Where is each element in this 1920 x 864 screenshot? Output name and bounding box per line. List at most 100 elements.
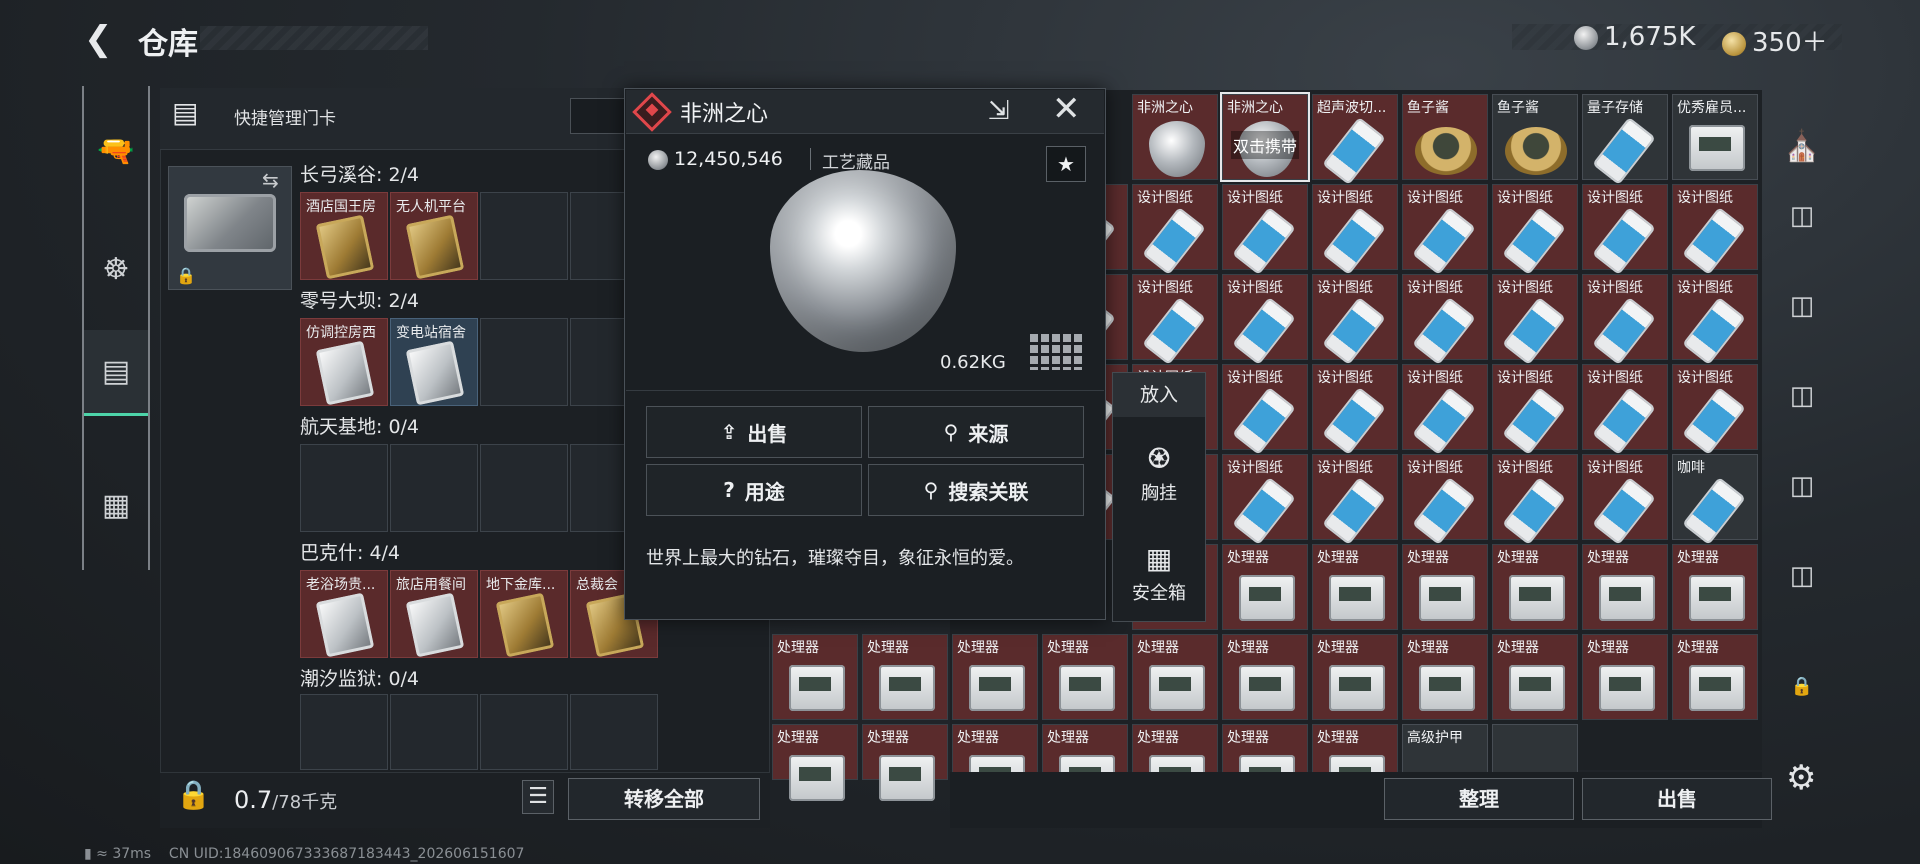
keycard-slot[interactable]: 仿调控房西 — [300, 318, 388, 406]
swap-icon[interactable]: ⇆ — [262, 168, 279, 192]
inventory-cell[interactable]: 设计图纸 — [1312, 274, 1398, 363]
inventory-cell[interactable]: 处理器 — [1492, 544, 1578, 630]
inventory-cell[interactable]: 处理器 — [1492, 634, 1578, 720]
empty-slot[interactable] — [480, 444, 568, 532]
inventory-cell[interactable]: 处理器 — [772, 724, 858, 801]
inventory-cell[interactable]: 设计图纸 — [1222, 274, 1308, 363]
storage-tab-icon[interactable]: ◫ — [1776, 370, 1828, 422]
weapon-icon[interactable]: 🔫 — [84, 108, 148, 194]
storage-tab-icon[interactable]: ◫ — [1776, 550, 1828, 602]
inventory-cell[interactable]: 设计图纸 — [1312, 184, 1398, 273]
backpack-icon[interactable]: ☸ — [84, 226, 148, 312]
chest-rig-option[interactable]: ♼ 胸挂 — [1113, 428, 1205, 520]
inventory-cell[interactable]: 设计图纸 — [1582, 274, 1668, 363]
empty-slot[interactable] — [300, 444, 388, 532]
inventory-cell[interactable]: 处理器 — [1222, 544, 1308, 630]
list-icon[interactable]: ☰ — [522, 780, 554, 814]
empty-slot[interactable] — [390, 444, 478, 532]
inventory-cell[interactable]: 设计图纸 — [1222, 454, 1308, 543]
inventory-cell[interactable]: 设计图纸 — [1672, 274, 1758, 363]
inventory-cell[interactable]: 量子存储 — [1582, 94, 1668, 183]
empty-slot[interactable] — [390, 694, 478, 770]
gold-keycard-icon — [315, 214, 375, 280]
empty-slot[interactable] — [480, 192, 568, 280]
item-label: 设计图纸 — [1227, 370, 1283, 386]
storage-tab-icon[interactable]: ◫ — [1776, 460, 1828, 512]
inventory-cell[interactable]: 超声波切... — [1312, 94, 1398, 183]
sell-all-button[interactable]: 出售 — [1582, 778, 1772, 820]
empty-slot[interactable] — [300, 694, 388, 770]
gold-currency[interactable]: 350＋ — [1722, 22, 1828, 59]
search-related-button[interactable]: ⚲ 搜索关联 — [868, 464, 1084, 516]
inventory-cell[interactable]: 处理器 — [862, 724, 948, 801]
inventory-cell[interactable]: 处理器 — [1672, 634, 1758, 720]
empty-slot[interactable] — [480, 694, 568, 770]
inventory-cell[interactable]: 设计图纸 — [1312, 454, 1398, 543]
warehouse-icon[interactable]: ⛪ — [1776, 120, 1828, 172]
inventory-cell[interactable]: 处理器 — [1582, 544, 1668, 630]
silver-currency: 1,675K — [1574, 22, 1695, 52]
source-button[interactable]: ⚲ 来源 — [868, 406, 1084, 458]
inventory-cell[interactable]: 处理器 — [862, 634, 948, 720]
safe-box-option[interactable]: ▦ 安全箱 — [1113, 528, 1205, 620]
inventory-cell[interactable]: 鱼子酱 — [1402, 94, 1488, 180]
storage-tab-icon[interactable]: ◫ — [1776, 190, 1828, 242]
inventory-cell[interactable]: 设计图纸 — [1672, 184, 1758, 273]
inventory-cell[interactable]: 处理器 — [1132, 634, 1218, 720]
inventory-cell[interactable]: 处理器 — [1402, 634, 1488, 720]
inventory-cell[interactable]: 处理器 — [952, 634, 1038, 720]
gear-icon[interactable]: ⚙ — [1786, 758, 1816, 798]
inventory-cell[interactable]: 设计图纸 — [1402, 454, 1488, 543]
sell-button[interactable]: ⇪ 出售 — [646, 406, 862, 458]
inventory-cell[interactable]: 设计图纸 — [1492, 184, 1578, 273]
inventory-cell[interactable]: 处理器 — [1582, 634, 1668, 720]
keycard-icon[interactable]: ▤ — [84, 330, 148, 416]
toolbox-icon[interactable]: ▦ — [84, 462, 148, 548]
inventory-cell[interactable]: 设计图纸 — [1402, 184, 1488, 273]
inventory-cell[interactable]: 设计图纸 — [1582, 454, 1668, 543]
keycard-slot[interactable]: 酒店国王房 — [300, 192, 388, 280]
inventory-cell[interactable]: 设计图纸 — [1492, 274, 1578, 363]
empty-slot[interactable] — [570, 694, 658, 770]
keycard-slot[interactable]: 老浴场贵... — [300, 570, 388, 658]
keycard-slot[interactable]: 无人机平台 — [390, 192, 478, 280]
inventory-cell[interactable]: 设计图纸 — [1312, 364, 1398, 453]
keycard-slot[interactable]: 旅店用餐间 — [390, 570, 478, 658]
empty-slot[interactable] — [480, 318, 568, 406]
inventory-cell[interactable]: 处理器 — [1042, 634, 1128, 720]
inventory-cell[interactable]: 设计图纸 — [1402, 364, 1488, 453]
inventory-cell[interactable]: 设计图纸 — [1582, 184, 1668, 273]
inventory-cell[interactable]: 设计图纸 — [1132, 274, 1218, 363]
inventory-cell[interactable]: 设计图纸 — [1402, 274, 1488, 363]
organize-button[interactable]: 整理 — [1384, 778, 1574, 820]
inventory-cell[interactable]: 处理器 — [772, 634, 858, 720]
inventory-cell[interactable]: 非洲之心 — [1132, 94, 1218, 180]
inventory-cell[interactable]: 咖啡 — [1672, 454, 1758, 543]
coffee-bottle-icon — [1684, 479, 1744, 543]
inventory-cell[interactable]: 处理器 — [1222, 634, 1308, 720]
inventory-cell[interactable]: 设计图纸 — [1672, 364, 1758, 453]
keycard-slot[interactable]: 地下金库... — [480, 570, 568, 658]
inventory-cell[interactable]: 设计图纸 — [1492, 454, 1578, 543]
collapse-icon[interactable]: ⇲ — [988, 96, 1010, 126]
inventory-cell[interactable]: 设计图纸 — [1132, 184, 1218, 273]
inventory-cell[interactable]: 非洲之心 双击携带 — [1220, 92, 1310, 182]
close-icon[interactable]: ✕ — [1052, 92, 1081, 126]
inventory-cell[interactable]: 优秀雇员... — [1672, 94, 1758, 180]
inventory-cell[interactable]: 鱼子酱 — [1492, 94, 1578, 180]
inventory-cell[interactable]: 处理器 — [1402, 544, 1488, 630]
storage-tab-icon[interactable]: ◫ — [1776, 280, 1828, 332]
inventory-cell[interactable]: 处理器 — [1312, 634, 1398, 720]
inventory-cell[interactable]: 设计图纸 — [1582, 364, 1668, 453]
inventory-cell[interactable]: 处理器 — [1672, 544, 1758, 630]
inventory-cell[interactable]: 设计图纸 — [1492, 364, 1578, 453]
inventory-cell[interactable]: 设计图纸 — [1222, 364, 1308, 453]
transfer-all-button[interactable]: 转移全部 — [568, 778, 760, 820]
back-arrow-icon[interactable]: ❮ — [84, 20, 118, 58]
inventory-cell[interactable]: 处理器 — [1312, 544, 1398, 630]
keycard-slot[interactable]: 变电站宿舍 — [390, 318, 478, 406]
usage-button[interactable]: ? 用途 — [646, 464, 862, 516]
favorite-star-icon[interactable]: ★ — [1046, 146, 1086, 182]
inventory-cell[interactable]: 设计图纸 — [1222, 184, 1308, 273]
item-price-value: 12,450,546 — [674, 148, 783, 170]
